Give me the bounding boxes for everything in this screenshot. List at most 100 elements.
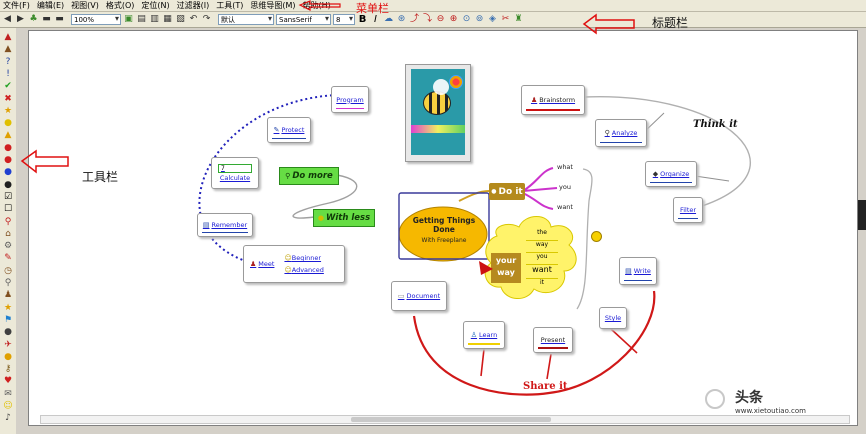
back-icon[interactable]: ◀ — [2, 14, 13, 25]
menu-tools[interactable]: 工具(T) — [216, 0, 243, 12]
open-icon[interactable]: ▬ — [41, 14, 52, 25]
star-icon[interactable]: ★ — [2, 106, 14, 116]
rocket-icon[interactable]: ✈ — [2, 340, 14, 350]
bulb-icon[interactable]: ● — [2, 118, 14, 128]
zoom-select[interactable]: 100% — [71, 14, 121, 25]
page-icon[interactable]: ▤ — [136, 14, 147, 25]
home-icon[interactable]: ⌂ — [2, 229, 14, 239]
pin-icon[interactable]: ⚲ — [2, 217, 14, 227]
present-node[interactable]: Present — [533, 327, 573, 353]
write-node[interactable]: ▤ Write — [619, 257, 657, 285]
menu-edit[interactable]: 编辑(E) — [37, 0, 64, 12]
node-down-icon[interactable]: ⤵ — [422, 14, 433, 25]
smiley-icon[interactable]: ☺ — [2, 401, 14, 411]
square-icon[interactable]: ☐ — [2, 204, 14, 214]
stop-icon[interactable]: ● — [2, 143, 14, 153]
do-it-item-what[interactable]: what — [557, 163, 573, 171]
advanced-item[interactable]: ☺Advanced — [284, 266, 323, 274]
link-icon[interactable]: ⊛ — [396, 14, 407, 25]
horizontal-scrollbar[interactable] — [40, 415, 850, 424]
checkbox-icon[interactable]: ☑ — [2, 192, 14, 202]
menu-format[interactable]: 格式(O) — [106, 0, 135, 12]
organize-node[interactable]: ◆ Organize — [645, 161, 697, 187]
save-icon[interactable]: ▬ — [54, 14, 65, 25]
heart-icon[interactable]: ♥ — [2, 376, 14, 386]
exclaim-icon[interactable]: ! — [2, 69, 14, 79]
gear-icon[interactable]: ⚙ — [2, 241, 14, 251]
circle-icon[interactable]: ● — [2, 180, 14, 190]
zoom-in-icon[interactable]: ⊙ — [461, 14, 472, 25]
do-more-node[interactable]: ⚲ Do more — [279, 167, 339, 185]
analyze-node[interactable]: ⚲ Analyze — [595, 119, 647, 147]
menu-view[interactable]: 视图(V) — [71, 0, 99, 12]
learn-node[interactable]: ♙ Learn — [463, 321, 505, 349]
flag-icon[interactable]: ⚑ — [2, 315, 14, 325]
warning-icon[interactable]: ▲ — [2, 130, 14, 140]
help-icon[interactable]: ? — [2, 57, 14, 67]
do-it-node[interactable]: ● Do it — [489, 183, 525, 200]
your-way-item[interactable]: it — [526, 279, 558, 290]
magnifier-icon[interactable]: ⚲ — [2, 278, 14, 288]
map-icon[interactable]: ▣ — [123, 14, 134, 25]
undo-icon[interactable]: ↶ — [188, 14, 199, 25]
your-way-item[interactable]: the — [526, 229, 558, 241]
bomb-icon[interactable]: ● — [2, 327, 14, 337]
palette-icon[interactable]: ▲ — [2, 32, 14, 42]
paste-icon[interactable]: ▧ — [175, 14, 186, 25]
node-up-icon[interactable]: ⤴ — [409, 14, 420, 25]
font-size-select[interactable]: 8 — [333, 14, 355, 25]
bee-icon[interactable]: ● — [2, 352, 14, 362]
menu-help[interactable]: 帮助(H) — [303, 0, 331, 12]
filter-node[interactable]: Filter — [673, 197, 703, 223]
share-it-label[interactable]: Share it — [523, 381, 568, 392]
find-icon[interactable]: ◈ — [487, 14, 498, 25]
your-way-item[interactable]: you — [526, 253, 558, 265]
your-way-item[interactable]: way — [526, 241, 558, 253]
meet-group-node[interactable]: ♟ Meet ☺Beginner ☺Advanced — [243, 245, 345, 283]
minus-icon[interactable]: ● — [2, 155, 14, 165]
key-icon[interactable]: ⚷ — [2, 364, 14, 374]
brainstorm-node[interactable]: ♟ Brainstorm — [521, 85, 585, 115]
document-node[interactable]: ▭ Document — [391, 281, 447, 311]
person-icon[interactable]: ♟ — [2, 290, 14, 300]
beginner-item[interactable]: ☺Beginner — [284, 254, 323, 262]
print-icon[interactable]: ▥ — [149, 14, 160, 25]
info-icon[interactable]: ● — [2, 167, 14, 177]
calculate-node[interactable]: 7 Calculate — [211, 157, 259, 189]
forward-icon[interactable]: ▶ — [15, 14, 26, 25]
check-icon[interactable]: ✔ — [2, 81, 14, 91]
music-icon[interactable]: ♪ — [2, 413, 14, 423]
style-select[interactable]: 默认 — [218, 14, 274, 25]
tree-icon[interactable]: ♜ — [513, 14, 524, 25]
side-panel-tab[interactable] — [858, 200, 866, 230]
program-node[interactable]: Program — [331, 86, 369, 113]
zoom-out-icon[interactable]: ⊚ — [474, 14, 485, 25]
remember-node[interactable]: ▤ Remember — [197, 213, 253, 237]
think-it-label[interactable]: Think it — [693, 119, 738, 130]
pen-icon[interactable]: ✎ — [2, 253, 14, 263]
do-it-item-you[interactable]: you — [559, 183, 571, 191]
with-less-node[interactable]: ● With less — [313, 209, 375, 227]
font-select[interactable]: SansSerif — [276, 14, 331, 25]
scroll-thumb[interactable] — [351, 417, 551, 422]
star2-icon[interactable]: ★ — [2, 303, 14, 313]
menu-file[interactable]: 文件(F) — [3, 0, 30, 12]
mindmap-canvas[interactable]: Getting Things Done With Freeplane ● Do i… — [28, 30, 858, 426]
your-way-item[interactable]: want — [526, 265, 558, 279]
clock-icon[interactable]: ◷ — [2, 266, 14, 276]
menu-navigate[interactable]: 定位(N) — [141, 0, 169, 12]
redo-icon[interactable]: ↷ — [201, 14, 212, 25]
unfold-icon[interactable]: ⊕ — [448, 14, 459, 25]
cross-icon[interactable]: ✖ — [2, 94, 14, 104]
mail-icon[interactable]: ✉ — [2, 389, 14, 399]
center-node[interactable]: Getting Things Done With Freeplane — [401, 213, 487, 253]
style-node[interactable]: Style — [599, 307, 627, 329]
menu-filter[interactable]: 过滤器(I) — [177, 0, 210, 12]
your-way-node[interactable]: your way — [491, 255, 521, 283]
menu-mindmap[interactable]: 思维导图(M) — [250, 0, 295, 12]
filter-icon[interactable]: ✂ — [500, 14, 511, 25]
paint-icon[interactable]: ▲ — [2, 44, 14, 54]
do-it-item-want[interactable]: want — [557, 203, 573, 211]
copy-icon[interactable]: ▦ — [162, 14, 173, 25]
protect-node[interactable]: ✎ Protect — [267, 117, 311, 143]
